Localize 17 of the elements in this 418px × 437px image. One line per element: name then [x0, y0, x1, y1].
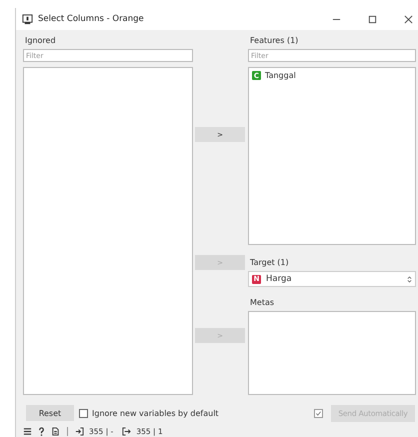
document-icon[interactable]: [51, 426, 60, 436]
section-title: Features (1): [249, 35, 300, 47]
section-title: Ignored: [24, 35, 57, 47]
ignore-checkbox[interactable]: Ignore new variables by default: [79, 408, 219, 418]
close-icon[interactable]: [404, 14, 413, 24]
input-icon: [75, 426, 84, 436]
section-title: Target (1): [249, 257, 290, 269]
window-title: Select Columns - Orange: [38, 14, 144, 24]
reset-button[interactable]: Reset: [26, 405, 74, 421]
variable-name[interactable]: Tanggal: [265, 71, 296, 80]
spinner-arrows-icon[interactable]: [407, 274, 412, 284]
section-title: Metas: [249, 297, 276, 309]
help-icon[interactable]: [37, 426, 46, 436]
output-icon: [122, 426, 132, 436]
menu-icon[interactable]: [23, 426, 32, 436]
maximize-icon[interactable]: [368, 14, 377, 24]
app-icon: [22, 14, 33, 24]
